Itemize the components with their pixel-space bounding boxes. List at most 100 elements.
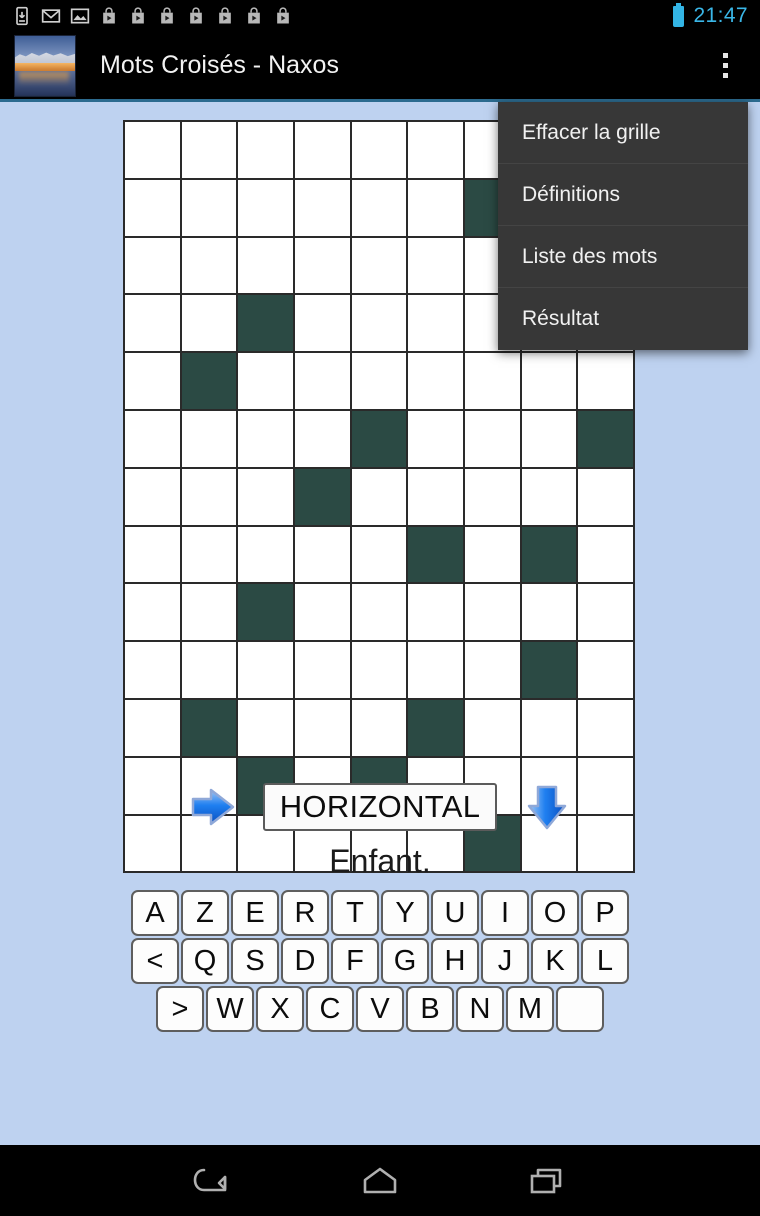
key-n[interactable]: N bbox=[456, 986, 504, 1032]
key-p[interactable]: P bbox=[581, 890, 629, 936]
key-s[interactable]: S bbox=[231, 938, 279, 984]
key-d[interactable]: D bbox=[281, 938, 329, 984]
grid-cell[interactable] bbox=[408, 179, 465, 238]
grid-cell[interactable] bbox=[125, 584, 182, 643]
key-k[interactable]: K bbox=[531, 938, 579, 984]
key-l[interactable]: L bbox=[581, 938, 629, 984]
grid-cell[interactable] bbox=[125, 353, 182, 411]
grid-cell[interactable] bbox=[465, 526, 522, 585]
key-o[interactable]: O bbox=[531, 890, 579, 936]
grid-cell[interactable] bbox=[465, 642, 522, 700]
grid-cell[interactable] bbox=[465, 353, 522, 411]
grid-cell[interactable] bbox=[351, 468, 409, 527]
grid-cell[interactable] bbox=[521, 468, 579, 527]
key-v[interactable]: V bbox=[356, 986, 404, 1032]
grid-cell[interactable] bbox=[238, 179, 295, 238]
key-a[interactable]: A bbox=[131, 890, 179, 936]
grid-cell[interactable] bbox=[238, 526, 295, 585]
grid-cell[interactable] bbox=[578, 584, 635, 643]
key-r[interactable]: R bbox=[281, 890, 329, 936]
grid-cell[interactable] bbox=[125, 237, 182, 296]
grid-cell[interactable] bbox=[181, 410, 239, 469]
grid-cell[interactable] bbox=[351, 699, 409, 758]
key-i[interactable]: I bbox=[481, 890, 529, 936]
grid-cell[interactable] bbox=[295, 237, 352, 296]
grid-cell[interactable] bbox=[408, 642, 465, 700]
key-z[interactable]: Z bbox=[181, 890, 229, 936]
grid-cell[interactable] bbox=[181, 526, 239, 585]
grid-cell[interactable] bbox=[125, 410, 182, 469]
grid-cell[interactable] bbox=[181, 122, 239, 180]
key-b[interactable]: B bbox=[406, 986, 454, 1032]
key-u[interactable]: U bbox=[431, 890, 479, 936]
key-m[interactable]: M bbox=[506, 986, 554, 1032]
grid-cell[interactable] bbox=[578, 642, 635, 700]
grid-cell[interactable] bbox=[408, 295, 465, 354]
grid-cell[interactable] bbox=[521, 699, 579, 758]
key-t[interactable]: T bbox=[331, 890, 379, 936]
key-space[interactable] bbox=[556, 986, 604, 1032]
grid-cell[interactable] bbox=[125, 468, 182, 527]
grid-cell[interactable] bbox=[181, 642, 239, 700]
grid-cell[interactable] bbox=[295, 295, 352, 354]
grid-cell[interactable] bbox=[465, 468, 522, 527]
grid-cell[interactable] bbox=[238, 353, 295, 411]
arrow-down-icon[interactable] bbox=[519, 781, 575, 833]
grid-cell[interactable] bbox=[351, 526, 409, 585]
key-e[interactable]: E bbox=[231, 890, 279, 936]
key-right[interactable]: > bbox=[156, 986, 204, 1032]
key-f[interactable]: F bbox=[331, 938, 379, 984]
grid-cell[interactable] bbox=[521, 410, 579, 469]
grid-cell[interactable] bbox=[408, 122, 465, 180]
grid-cell[interactable] bbox=[351, 353, 409, 411]
grid-cell[interactable] bbox=[238, 237, 295, 296]
grid-cell[interactable] bbox=[238, 699, 295, 758]
grid-cell[interactable] bbox=[408, 584, 465, 643]
grid-cell[interactable] bbox=[238, 642, 295, 700]
grid-cell[interactable] bbox=[351, 237, 409, 296]
grid-cell[interactable] bbox=[465, 410, 522, 469]
menu-item-effacer-la-grille[interactable]: Effacer la grille bbox=[498, 102, 748, 164]
grid-cell[interactable] bbox=[181, 179, 239, 238]
grid-cell[interactable] bbox=[295, 699, 352, 758]
recents-icon[interactable] bbox=[517, 1158, 577, 1204]
arrow-right-icon[interactable] bbox=[185, 781, 241, 833]
grid-cell[interactable] bbox=[295, 410, 352, 469]
grid-cell[interactable] bbox=[238, 410, 295, 469]
grid-cell[interactable] bbox=[181, 295, 239, 354]
grid-cell[interactable] bbox=[125, 295, 182, 354]
back-icon[interactable] bbox=[183, 1158, 243, 1204]
grid-cell[interactable] bbox=[351, 179, 409, 238]
overflow-menu-icon[interactable] bbox=[706, 39, 744, 93]
grid-cell[interactable] bbox=[125, 179, 182, 238]
grid-cell[interactable] bbox=[408, 237, 465, 296]
direction-button[interactable]: HORIZONTAL bbox=[263, 783, 497, 831]
menu-item-resultat[interactable]: Résultat bbox=[498, 288, 748, 350]
key-c[interactable]: C bbox=[306, 986, 354, 1032]
key-q[interactable]: Q bbox=[181, 938, 229, 984]
key-x[interactable]: X bbox=[256, 986, 304, 1032]
grid-cell[interactable] bbox=[181, 468, 239, 527]
grid-cell[interactable] bbox=[125, 699, 182, 758]
grid-cell[interactable] bbox=[521, 353, 579, 411]
key-g[interactable]: G bbox=[381, 938, 429, 984]
grid-cell[interactable] bbox=[578, 468, 635, 527]
grid-cell[interactable] bbox=[125, 642, 182, 700]
grid-cell[interactable] bbox=[351, 122, 409, 180]
grid-cell[interactable] bbox=[408, 353, 465, 411]
grid-cell[interactable] bbox=[295, 584, 352, 643]
grid-cell[interactable] bbox=[521, 584, 579, 643]
key-h[interactable]: H bbox=[431, 938, 479, 984]
grid-cell[interactable] bbox=[351, 642, 409, 700]
grid-cell[interactable] bbox=[295, 179, 352, 238]
grid-cell[interactable] bbox=[351, 584, 409, 643]
key-j[interactable]: J bbox=[481, 938, 529, 984]
grid-cell[interactable] bbox=[408, 410, 465, 469]
menu-item-liste-des-mots[interactable]: Liste des mots bbox=[498, 226, 748, 288]
key-w[interactable]: W bbox=[206, 986, 254, 1032]
home-icon[interactable] bbox=[350, 1158, 410, 1204]
grid-cell[interactable] bbox=[181, 584, 239, 643]
grid-cell[interactable] bbox=[465, 584, 522, 643]
grid-cell[interactable] bbox=[125, 122, 182, 180]
grid-cell[interactable] bbox=[578, 699, 635, 758]
